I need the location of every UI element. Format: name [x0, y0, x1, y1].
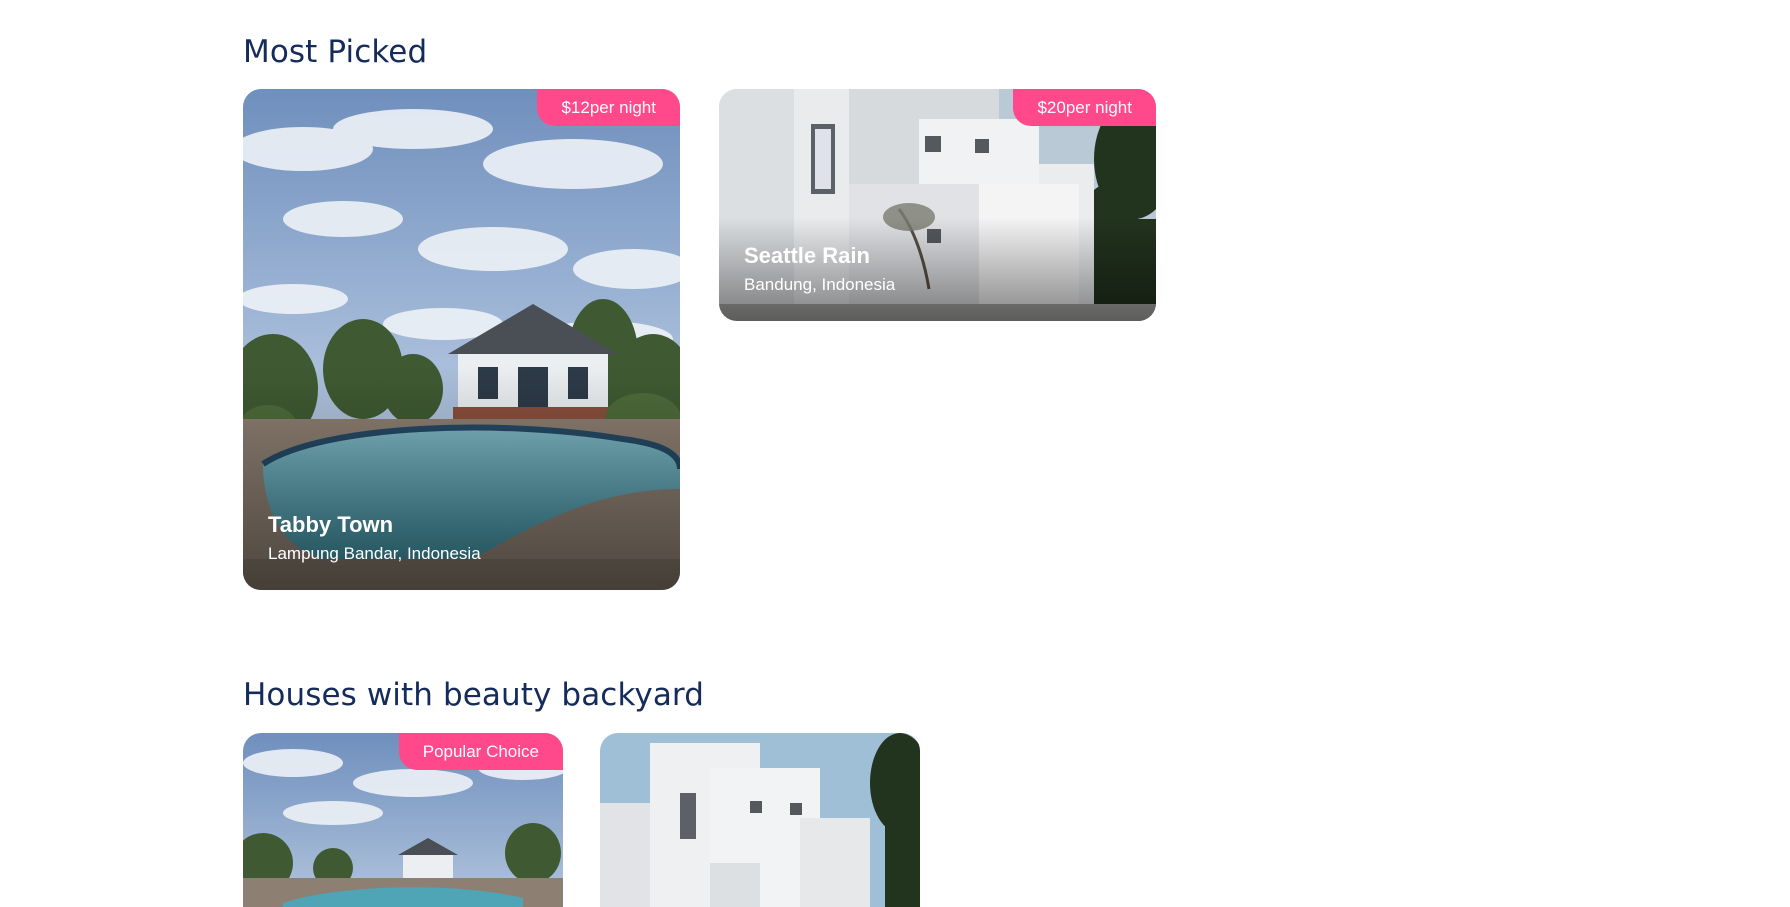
popular-choice-badge: Popular Choice: [398, 733, 563, 770]
section-title-most-picked: Most Picked: [243, 34, 428, 70]
price-unit: per night: [1065, 98, 1132, 117]
badge-light-text: Choice: [486, 742, 539, 761]
backyard-card-2[interactable]: [600, 733, 920, 907]
property-name[interactable]: Seattle Rain: [744, 243, 895, 269]
property-location: Lampung Bandar, Indonesia: [268, 544, 481, 563]
section-title-backyard: Houses with beauty backyard: [243, 677, 705, 713]
property-card-tabby-town[interactable]: $12per night Tabby Town Lampung Bandar, …: [243, 89, 680, 590]
price-badge: $12per night: [537, 89, 680, 126]
backyard-card-1[interactable]: Popular Choice: [243, 733, 563, 907]
property-card-seattle-rain[interactable]: $20per night Seattle Rain Bandung, Indon…: [719, 89, 1156, 321]
badge-strong-text: Popular: [422, 742, 482, 761]
price-value: $20: [1037, 98, 1066, 117]
price-value: $12: [561, 98, 590, 117]
card-info: Seattle Rain Bandung, Indonesia: [744, 243, 895, 295]
property-name[interactable]: Tabby Town: [268, 512, 481, 538]
property-location: Bandung, Indonesia: [744, 275, 896, 294]
price-unit: per night: [589, 98, 656, 117]
card-info: Tabby Town Lampung Bandar, Indonesia: [268, 512, 481, 564]
price-badge: $20per night: [1013, 89, 1156, 126]
white-modern-house-photo: [600, 733, 920, 907]
page: Most Picked $12per night Tabby Town Lamp…: [0, 0, 1790, 907]
